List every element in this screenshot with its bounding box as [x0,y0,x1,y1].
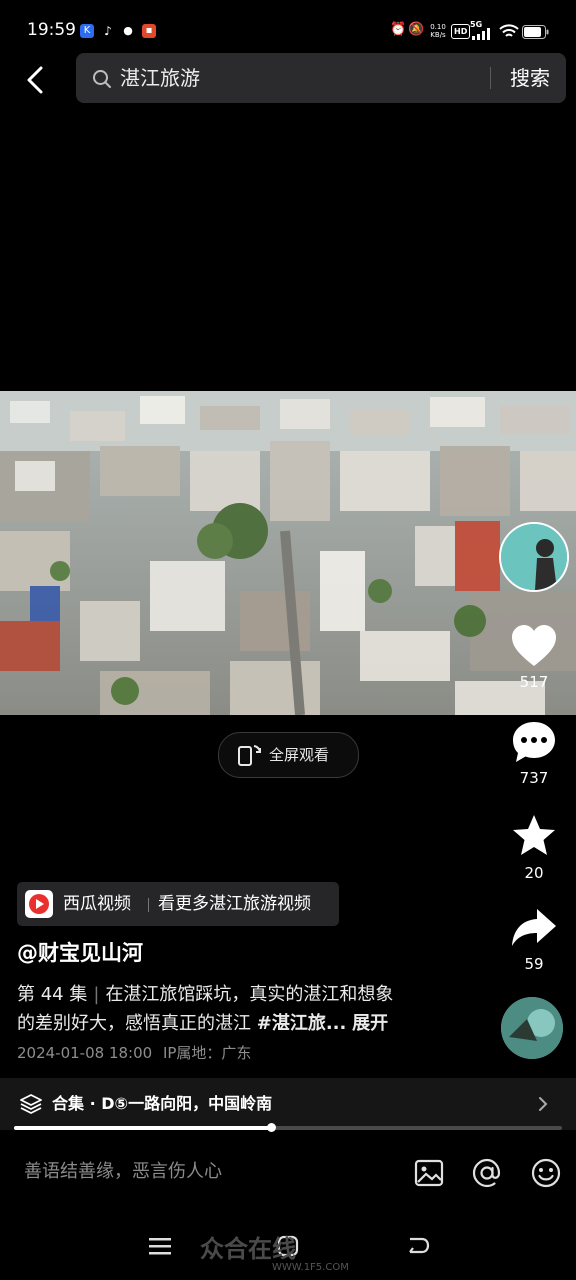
comment-bubble-icon [513,722,555,762]
collection-label: 合集 · D⑤一路向阳，中国岭南 [52,1093,272,1115]
source-link-text[interactable]: 看更多湛江旅游视频 [158,893,311,915]
source-app-name: 西瓜视频 [63,894,131,914]
heart-icon [512,625,556,666]
comment-button[interactable]: 737 [504,720,564,788]
search-icon [93,70,111,88]
search-divider [490,67,491,89]
wifi-icon [499,24,519,37]
playback-progress[interactable] [14,1123,562,1132]
at-sign-icon [472,1158,501,1188]
fullscreen-button[interactable]: 全屏观看 [218,732,359,778]
tiktok-icon: ♪ [104,24,112,38]
search-button[interactable]: 搜索 [500,66,560,90]
comment-count: 737 [519,769,549,787]
source-banner[interactable]: 西瓜视频 看更多湛江旅游视频 [17,882,339,926]
image-icon [414,1159,444,1187]
description-text-2: 的差别好大，感悟真正的湛江 [17,1013,257,1034]
collection-bar[interactable]: 合集 · D⑤一路向阳，中国岭南 [0,1078,576,1130]
music-disc[interactable] [501,997,563,1059]
like-count: 517 [519,673,549,691]
back-nav-icon[interactable] [404,1234,430,1258]
author-name[interactable]: @财宝见山河 [17,939,143,967]
rotate-screen-icon [238,745,261,766]
app-k-icon: K [80,24,94,38]
status-time: 19:59 [27,20,76,40]
video-player[interactable] [0,391,576,715]
share-count: 59 [524,955,544,973]
share-button[interactable]: 59 [504,906,564,974]
layers-icon [20,1094,42,1114]
description-line-2: 的差别好大，感悟真正的湛江 #湛江旅... 展开 [17,1009,457,1038]
battery-icon [522,25,549,39]
ip-location: IP属地：广东 [162,1044,252,1062]
comment-input[interactable]: 善语结善缘，恶言伤人心 [24,1160,222,1184]
collection-title: D⑤一路向阳，中国岭南 [101,1094,273,1113]
alarm-icon: ⏰ [390,22,407,37]
star-icon [513,815,555,855]
image-button[interactable] [412,1156,446,1190]
search-bar[interactable]: 湛江旅游 搜索 [76,53,566,103]
status-bar: 19:59 K ♪ ● ▪ ⏰ 🔕 0.10 KB/s HD 5G [0,0,576,44]
post-description[interactable]: 第 44 集 | 在湛江旅馆踩坑，真实的湛江和想象 的差别好大，感悟真正的湛江 #湛… [17,980,457,1038]
mention-button[interactable] [470,1156,504,1190]
favorite-count: 20 [524,864,544,882]
episode-separator: | [93,984,100,1005]
aerial-city-video-frame [0,391,576,715]
chevron-left-icon [27,66,43,94]
chevron-right-icon [539,1097,548,1111]
collection-prefix: 合集 [52,1094,85,1113]
watermark-subtext: WWW.1F5.COM [272,1262,349,1273]
progress-knob[interactable] [267,1123,277,1132]
hd-badge: HD [451,24,471,39]
avatar-image [501,524,567,590]
fullscreen-label: 全屏观看 [269,746,330,764]
source-divider [148,898,149,912]
music-disc-image [501,997,563,1059]
collection-dot: · [89,1094,96,1113]
smiley-icon [531,1158,561,1188]
network-speed: 0.10 KB/s [430,23,446,39]
mute-icon: 🔕 [408,22,425,37]
back-button[interactable] [18,60,54,100]
description-line-1: 第 44 集 | 在湛江旅馆踩坑，真实的湛江和想象 [17,980,457,1009]
post-meta: 2024-01-08 18:00 IP属地：广东 [17,1043,251,1063]
expand-button[interactable]: 展开 [352,1013,388,1034]
description-text-1: 在湛江旅馆踩坑，真实的湛江和想象 [105,984,394,1005]
creator-avatar[interactable] [499,522,569,592]
progress-fill [14,1126,272,1130]
wechat-icon: ● [123,24,133,37]
episode-label: 第 44 集 [17,984,88,1005]
favorite-button[interactable]: 20 [504,813,564,883]
emoji-button[interactable] [529,1156,563,1190]
share-arrow-icon [512,909,556,946]
search-input[interactable]: 湛江旅游 [120,66,200,90]
hashtag[interactable]: #湛江旅... [257,1013,347,1034]
like-button[interactable]: 517 [504,624,564,692]
app-red-icon: ▪ [142,24,156,38]
post-date: 2024-01-08 18:00 [17,1044,153,1062]
xigua-logo-icon [25,890,53,918]
watermark-text: 众合在线 [200,1235,296,1263]
signal-bars-icon [472,28,490,40]
menu-icon[interactable] [148,1236,172,1256]
